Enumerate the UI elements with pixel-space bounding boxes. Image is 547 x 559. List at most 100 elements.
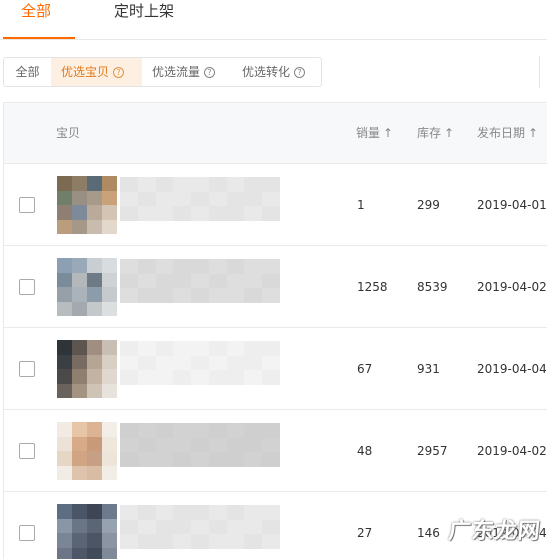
table-row: 1 299 2019-04-01 [4, 163, 547, 245]
thumbnail-pixel [72, 518, 87, 533]
thumbnail-pixel [102, 258, 117, 273]
thumbnail-pixel [57, 190, 72, 205]
title-blur-pixel [191, 288, 209, 303]
thumbnail-pixel [87, 354, 102, 369]
row-checkbox[interactable] [19, 197, 35, 213]
title-blur-pixel [262, 437, 280, 453]
question-circle-icon[interactable]: ? [204, 66, 216, 78]
active-tab-underline [3, 37, 75, 39]
thumbnail-pixel [87, 190, 102, 205]
title-blur-pixel [262, 259, 280, 274]
title-blur-pixel [173, 505, 192, 520]
thumbnail-pixel [57, 533, 72, 548]
product-title-blurred[interactable] [120, 341, 280, 385]
product-thumbnail[interactable] [57, 176, 117, 234]
product-title-blurred[interactable] [120, 177, 280, 221]
thumbnail-pixel [57, 354, 72, 369]
sales-value: 67 [357, 362, 373, 376]
question-circle-icon[interactable]: ? [113, 66, 125, 78]
stock-value: 2957 [417, 444, 448, 458]
title-blur-pixel [244, 206, 263, 221]
filter-all-label: 全部 [15, 65, 40, 79]
title-blur-pixel [226, 423, 245, 438]
title-blur-pixel [262, 206, 280, 221]
thumbnail-pixel [57, 176, 72, 191]
column-header-date[interactable]: 发布日期 ↑ [477, 103, 538, 163]
question-circle-icon[interactable]: ? [294, 66, 306, 78]
column-header-sales[interactable]: 销量 ↑ [356, 103, 393, 163]
title-blur-pixel [155, 341, 174, 356]
title-blur-pixel [173, 355, 192, 371]
sales-value: 1258 [357, 280, 388, 294]
thumbnail-pixel [102, 287, 117, 302]
title-blur-pixel [244, 437, 263, 453]
row-checkbox[interactable] [19, 443, 35, 459]
sort-arrow-icon[interactable]: ↑ [528, 126, 538, 140]
row-checkbox[interactable] [19, 525, 35, 541]
title-blur-pixel [208, 423, 227, 438]
title-blur-pixel [120, 273, 138, 289]
title-blur-pixel [137, 534, 156, 549]
title-blur-pixel [208, 206, 227, 221]
product-title-blurred[interactable] [120, 505, 280, 549]
title-blur-pixel [120, 177, 138, 192]
thumbnail-pixel [57, 436, 72, 451]
title-blur-pixel [155, 519, 174, 535]
thumbnail-pixel [57, 301, 72, 316]
title-blur-pixel [244, 177, 263, 192]
title-blur-pixel [226, 177, 245, 192]
title-blur-pixel [191, 341, 209, 356]
tab-all[interactable]: 全部 [21, 0, 51, 40]
column-header-stock[interactable]: 库存 ↑ [417, 103, 454, 163]
thumbnail-pixel [102, 354, 117, 369]
title-blur-pixel [262, 177, 280, 192]
thumbnail-pixel [87, 272, 102, 287]
title-blur-pixel [155, 206, 174, 221]
thumbnail-pixel [57, 287, 72, 302]
tab-scheduled-listing[interactable]: 定时上架 [114, 0, 174, 40]
thumbnail-pixel [102, 176, 117, 191]
thumbnail-pixel [72, 258, 87, 273]
thumbnail-pixel [72, 340, 87, 355]
thumbnail-pixel [87, 301, 102, 316]
thumbnail-pixel [87, 205, 102, 220]
title-blur-pixel [173, 423, 192, 438]
row-checkbox[interactable] [19, 361, 35, 377]
title-blur-pixel [120, 355, 138, 371]
filter-all[interactable]: 全部 [4, 58, 51, 86]
title-blur-pixel [191, 423, 209, 438]
thumbnail-pixel [72, 533, 87, 548]
title-blur-pixel [191, 452, 209, 467]
title-blur-pixel [137, 355, 156, 371]
thumbnail-pixel [57, 504, 72, 519]
thumbnail-pixel [87, 518, 102, 533]
thumbnail-pixel [72, 354, 87, 369]
title-blur-pixel [120, 341, 138, 356]
filter-preferred-items[interactable]: 优选宝贝 ? [51, 58, 142, 86]
product-title-blurred[interactable] [120, 423, 280, 467]
product-thumbnail[interactable] [57, 504, 117, 559]
thumbnail-pixel [87, 176, 102, 191]
filter-preferred-traffic[interactable]: 优选流量 ? [142, 58, 232, 86]
thumbnail-pixel [72, 272, 87, 287]
title-blur-pixel [191, 370, 209, 385]
product-thumbnail[interactable] [57, 340, 117, 398]
title-blur-pixel [208, 370, 227, 385]
thumbnail-pixel [72, 383, 87, 398]
thumbnail-pixel [102, 369, 117, 384]
product-thumbnail[interactable] [57, 258, 117, 316]
thumbnail-pixel [72, 190, 87, 205]
title-blur-pixel [120, 191, 138, 207]
product-thumbnail[interactable] [57, 422, 117, 480]
filter-preferred-conversion[interactable]: 优选转化 ? [232, 58, 321, 86]
sort-arrow-icon[interactable]: ↑ [444, 126, 454, 140]
title-blur-pixel [208, 452, 227, 467]
stock-header-label: 库存 [417, 126, 442, 140]
sort-arrow-icon[interactable]: ↑ [383, 126, 393, 140]
row-checkbox[interactable] [19, 279, 35, 295]
title-blur-pixel [155, 355, 174, 371]
thumbnail-pixel [57, 258, 72, 273]
product-title-blurred[interactable] [120, 259, 280, 303]
title-blur-pixel [137, 423, 156, 438]
thumbnail-pixel [72, 369, 87, 384]
